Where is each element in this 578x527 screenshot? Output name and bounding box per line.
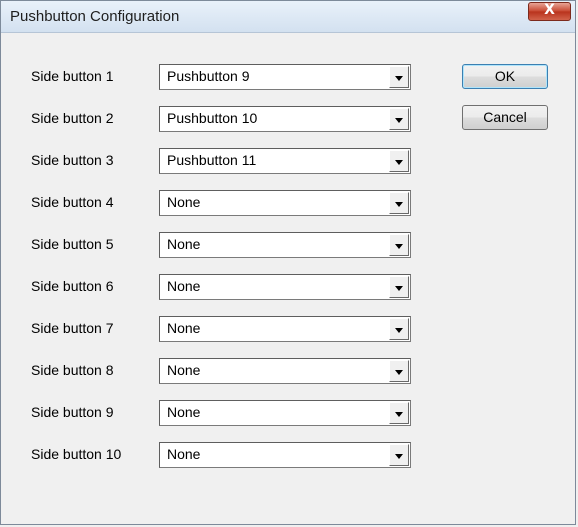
side-button-dropdown-5[interactable]: None [159, 232, 411, 258]
dropdown-selected-value: None [167, 404, 201, 420]
chevron-down-icon[interactable] [389, 192, 409, 214]
chevron-down-icon[interactable] [389, 318, 409, 340]
side-button-dropdown-10[interactable]: None [159, 442, 411, 468]
chevron-down-icon[interactable] [389, 66, 409, 88]
dropdown-selected-value: None [167, 362, 201, 378]
dropdown-selected-value: None [167, 320, 201, 336]
dropdown-selected-value: Pushbutton 10 [167, 110, 258, 126]
close-icon[interactable]: X [529, 2, 570, 18]
side-button-dropdown-7[interactable]: None [159, 316, 411, 342]
dropdown-selected-value: Pushbutton 9 [167, 68, 250, 84]
side-button-dropdown-1[interactable]: Pushbutton 9 [159, 64, 411, 90]
chevron-down-icon[interactable] [389, 276, 409, 298]
dialog-title: Pushbutton Configuration [10, 8, 180, 25]
ok-button[interactable]: OK [462, 64, 548, 89]
side-button-label-2: Side button 2 [31, 110, 114, 126]
dialog-window: Pushbutton Configuration X Side button 1… [0, 0, 576, 525]
chevron-down-icon[interactable] [389, 108, 409, 130]
chevron-down-icon[interactable] [389, 444, 409, 466]
chevron-down-icon[interactable] [389, 234, 409, 256]
chevron-down-icon[interactable] [389, 150, 409, 172]
side-button-label-9: Side button 9 [31, 404, 114, 420]
title-bar[interactable]: Pushbutton Configuration X [1, 1, 575, 33]
side-button-label-5: Side button 5 [31, 236, 114, 252]
dropdown-selected-value: None [167, 236, 201, 252]
side-button-label-7: Side button 7 [31, 320, 114, 336]
cancel-button[interactable]: Cancel [462, 105, 548, 130]
side-button-dropdown-4[interactable]: None [159, 190, 411, 216]
chevron-down-icon[interactable] [389, 360, 409, 382]
side-button-label-1: Side button 1 [31, 68, 114, 84]
dropdown-selected-value: None [167, 194, 201, 210]
side-button-label-8: Side button 8 [31, 362, 114, 378]
side-button-label-4: Side button 4 [31, 194, 114, 210]
close-button[interactable]: X [528, 2, 571, 21]
side-button-dropdown-2[interactable]: Pushbutton 10 [159, 106, 411, 132]
side-button-label-6: Side button 6 [31, 278, 114, 294]
dropdown-selected-value: None [167, 278, 201, 294]
dropdown-selected-value: None [167, 446, 201, 462]
dropdown-selected-value: Pushbutton 11 [167, 152, 257, 168]
side-button-dropdown-6[interactable]: None [159, 274, 411, 300]
side-button-dropdown-9[interactable]: None [159, 400, 411, 426]
chevron-down-icon[interactable] [389, 402, 409, 424]
side-button-label-10: Side button 10 [31, 446, 122, 462]
side-button-dropdown-3[interactable]: Pushbutton 11 [159, 148, 411, 174]
side-button-label-3: Side button 3 [31, 152, 114, 168]
side-button-dropdown-8[interactable]: None [159, 358, 411, 384]
